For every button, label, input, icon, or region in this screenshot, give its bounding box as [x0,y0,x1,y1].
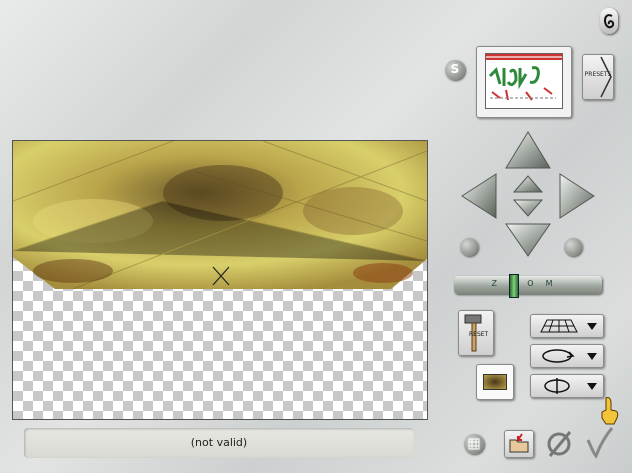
presets-chevron-icon [600,56,612,98]
presets-button[interactable]: PRESETS [582,54,614,100]
arrow-up-icon[interactable] [505,131,551,169]
rotate-loop-icon [542,349,575,363]
zoom-thumb[interactable] [509,274,519,298]
status-bar: (not valid) [24,428,414,458]
pointing-hand-icon [598,396,620,426]
small-down-icon[interactable] [512,199,544,217]
ok-button[interactable] [584,426,614,460]
preset-thumbnail-graphic [486,54,562,101]
cancel-button[interactable] [544,428,574,460]
axis-mode-dropdown[interactable] [530,374,604,398]
zoom-slider[interactable]: ZOOM [454,274,602,298]
axis-rotate-icon [544,378,570,394]
rotation-mode-dropdown[interactable] [530,344,604,368]
arrow-left-icon[interactable] [461,173,497,219]
preset-thumbnail[interactable] [476,46,572,118]
check-icon [586,427,614,459]
chevron-down-icon [587,383,597,390]
rotate-left-icon[interactable] [460,238,478,256]
rotate-right-icon[interactable] [564,238,582,256]
grid-mode-dropdown[interactable] [530,314,604,338]
grid-icon[interactable] [464,434,484,454]
preview-canvas[interactable] [12,140,428,420]
folder-button[interactable] [504,430,534,458]
perspective-grid-icon [540,319,578,333]
texture-swatch-image [483,374,507,390]
preview-image [13,141,427,290]
small-up-icon[interactable] [512,175,544,193]
style-s-button[interactable]: S [445,60,465,80]
chevron-down-icon [587,353,597,360]
texture-swatch[interactable] [476,364,514,400]
pointing-hand-glyph [601,397,619,425]
help-e-glyph [603,14,615,29]
preset-thumbnail-image [485,53,563,109]
arrow-down-icon[interactable] [505,223,551,257]
reset-label: RESET [469,331,489,338]
zoom-label: ZOOM [491,279,565,288]
folder-icon [509,433,529,453]
help-e-icon[interactable] [600,8,618,34]
cancel-icon [547,431,572,457]
arrow-right-icon[interactable] [559,173,595,219]
s-icon: S [450,62,460,76]
grid-glyph [468,438,480,450]
reset-button[interactable]: RESET [458,310,494,356]
chevron-down-icon [587,323,597,330]
